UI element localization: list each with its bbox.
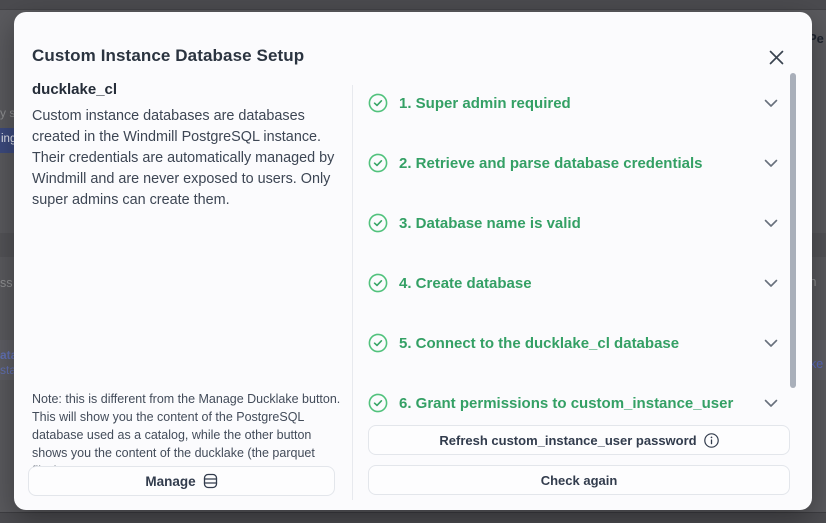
steps-scrollbar[interactable] [790,73,796,388]
chevron-down-icon[interactable] [764,279,778,288]
background-selected-nav-item: ing [0,128,14,153]
setup-steps-list: 1. Super admin required 2. Retrieve and … [368,73,782,433]
check-circle-icon [368,393,388,413]
step-label: 1. Super admin required [399,94,571,112]
step-row-super-admin[interactable]: 1. Super admin required [368,73,782,133]
background-text-fragment: ss [0,276,13,290]
chevron-down-icon[interactable] [764,219,778,228]
step-label: 6. Grant permissions to custom_instance_… [399,394,734,412]
check-circle-icon [368,153,388,173]
refresh-password-button[interactable]: Refresh custom_instance_user password [368,425,790,455]
step-row-grant-permissions[interactable]: 6. Grant permissions to custom_instance_… [368,373,782,433]
step-row-create-database[interactable]: 4. Create database [368,253,782,313]
database-name-heading: ducklake_cl [32,81,118,98]
step-row-connect-database[interactable]: 5. Connect to the ducklake_cl database [368,313,782,373]
step-label: 2. Retrieve and parse database credentia… [399,154,703,172]
refresh-password-label: Refresh custom_instance_user password [439,432,697,448]
background-bottom-band [0,512,826,523]
chevron-down-icon[interactable] [764,159,778,168]
check-again-button[interactable]: Check again [368,465,790,495]
check-circle-icon [368,213,388,233]
check-circle-icon [368,333,388,353]
step-row-database-name-valid[interactable]: 3. Database name is valid [368,193,782,253]
check-circle-icon [368,93,388,113]
info-icon [703,432,719,448]
screen: { "background": { "fragments": { "top_ri… [0,0,826,523]
dialog-title: Custom Instance Database Setup [32,46,305,65]
step-label: 3. Database name is valid [399,214,581,232]
manage-button-label: Manage [145,473,196,489]
custom-instance-database-setup-dialog: Custom Instance Database Setup ducklake_… [14,12,812,510]
chevron-down-icon[interactable] [764,399,778,408]
check-circle-icon [368,273,388,293]
step-label: 4. Create database [399,274,532,292]
close-button[interactable] [764,45,788,69]
chevron-down-icon[interactable] [764,99,778,108]
manage-button[interactable]: Manage [28,466,335,496]
background-topbar [0,0,826,10]
check-again-label: Check again [540,472,618,488]
close-icon [768,49,785,66]
step-row-retrieve-credentials[interactable]: 2. Retrieve and parse database credentia… [368,133,782,193]
column-divider [352,85,353,500]
chevron-down-icon[interactable] [764,339,778,348]
database-icon [203,473,218,489]
database-description: Custom instance databases are databases … [32,108,335,208]
step-label: 5. Connect to the ducklake_cl database [399,334,680,352]
